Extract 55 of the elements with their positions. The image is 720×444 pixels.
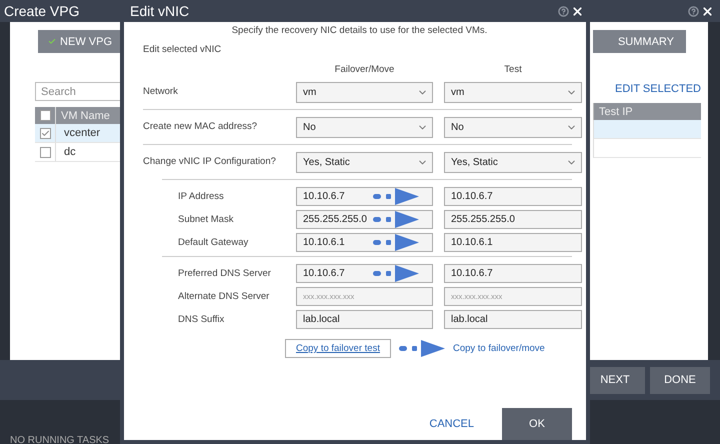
dropdown[interactable]: Yes, Static bbox=[444, 152, 582, 172]
copy-button[interactable]: Copy to failover test bbox=[285, 339, 391, 358]
field-label: Create new MAC address? bbox=[143, 121, 258, 133]
table-cell-text: dc bbox=[63, 146, 76, 158]
input-field[interactable]: lab.local bbox=[296, 310, 433, 329]
dropdown[interactable]: vm bbox=[296, 82, 433, 102]
dialog-title: Edit vNIC bbox=[129, 3, 190, 19]
dotted-arrow-icon bbox=[398, 340, 445, 357]
field-label: DNS Suffix bbox=[177, 314, 226, 326]
column-header: Failover/Move bbox=[334, 64, 396, 75]
copy-link[interactable]: Copy to failover/move bbox=[452, 343, 545, 354]
input-field[interactable]: 10.10.6.7 bbox=[444, 187, 582, 206]
field-label: Preferred DNS Server bbox=[177, 268, 272, 280]
dropdown[interactable]: vm bbox=[444, 82, 582, 102]
field-label: IP Address bbox=[177, 190, 225, 202]
instruction-text: Specify the recovery NIC details to use for the selected VMs. bbox=[230, 25, 488, 36]
input-field[interactable]: 10.10.6.7 bbox=[296, 264, 433, 283]
close-icon[interactable] bbox=[571, 4, 584, 18]
input-field[interactable]: 10.10.6.1 bbox=[296, 233, 433, 252]
field-label: Change vNIC IP Configuration? bbox=[143, 156, 277, 168]
wizard-button[interactable]: DONE bbox=[650, 366, 710, 394]
help-icon[interactable] bbox=[558, 6, 569, 16]
status-text: NO RUNNING TASKS bbox=[10, 435, 110, 444]
input-field[interactable]: 255.255.255.0 bbox=[296, 210, 433, 229]
input-field[interactable]: lab.local bbox=[444, 310, 582, 329]
checkbox[interactable] bbox=[40, 110, 50, 121]
dropdown[interactable]: No bbox=[444, 116, 582, 138]
section-label: Edit selected vNIC bbox=[143, 44, 222, 55]
field-label: Network bbox=[143, 86, 179, 98]
column-header: Test bbox=[503, 64, 523, 75]
dropdown[interactable]: No bbox=[296, 116, 433, 138]
column-header: Test IP bbox=[598, 106, 633, 118]
field-label: Alternate DNS Server bbox=[177, 290, 270, 302]
table-row[interactable]: dc bbox=[35, 143, 120, 162]
wizard-step[interactable]: SUMMARY bbox=[593, 30, 686, 53]
search-field[interactable]: Search bbox=[35, 82, 120, 101]
checkbox[interactable] bbox=[40, 146, 50, 158]
input-field[interactable]: 10.10.6.7 bbox=[296, 187, 433, 206]
new-vpg-button[interactable]: NEW VPG bbox=[38, 30, 120, 53]
table-cell-text: vcenter bbox=[63, 127, 100, 139]
cancel-button[interactable]: CANCEL bbox=[423, 417, 480, 431]
field-label: Subnet Mask bbox=[177, 214, 234, 226]
checkbox[interactable] bbox=[40, 128, 50, 138]
table-row[interactable]: vcenter bbox=[35, 124, 120, 143]
edit-selected-link[interactable]: EDIT SELECTED bbox=[615, 83, 708, 95]
input-field[interactable]: 10.10.6.1 bbox=[444, 233, 582, 252]
column-header: VM Name bbox=[60, 110, 110, 122]
input-field[interactable]: 255.255.255.0 bbox=[444, 210, 582, 229]
close-icon[interactable] bbox=[701, 4, 714, 18]
ok-button[interactable]: OK bbox=[502, 408, 572, 440]
input-field[interactable]: 10.10.6.7 bbox=[444, 264, 582, 283]
field-label: Default Gateway bbox=[177, 236, 250, 248]
help-icon[interactable] bbox=[688, 6, 699, 16]
dropdown[interactable]: Yes, Static bbox=[296, 152, 433, 172]
window-title: Create VPG bbox=[4, 3, 80, 19]
